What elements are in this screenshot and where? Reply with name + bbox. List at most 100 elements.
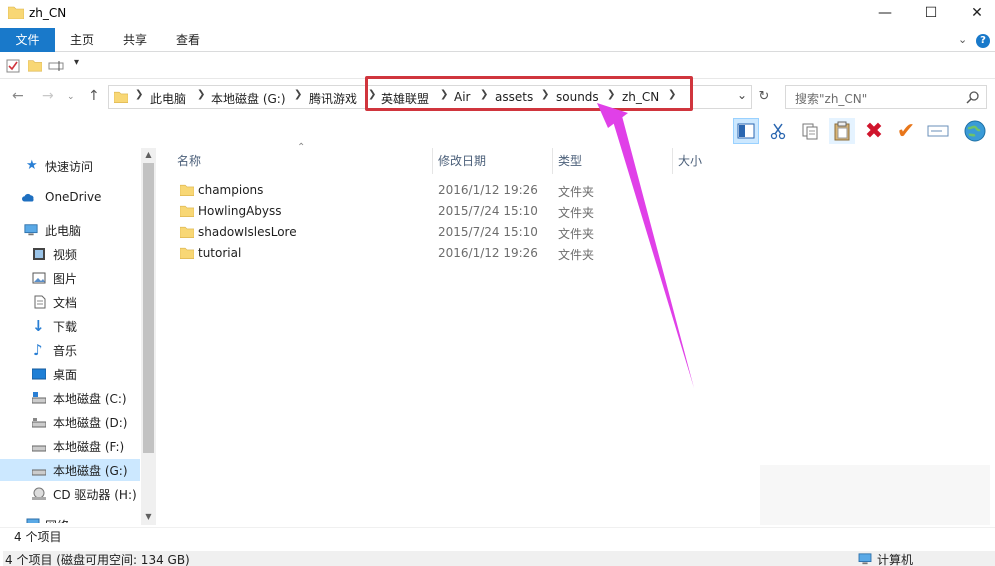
sidebar-item-drive-g[interactable]: 本地磁盘 (G:) xyxy=(0,459,140,481)
file-type: 文件夹 xyxy=(558,248,595,262)
file-type: 文件夹 xyxy=(558,185,595,199)
column-header-name[interactable]: 名称 xyxy=(177,152,201,169)
breadcrumb-separator-icon[interactable]: ❯ xyxy=(135,89,143,100)
sidebar-item-documents[interactable]: 文档 xyxy=(0,291,140,313)
properties-icon[interactable] xyxy=(6,59,20,73)
close-button[interactable]: ✕ xyxy=(954,0,995,26)
column-header-modified[interactable]: 修改日期 xyxy=(438,152,486,169)
search-placeholder: 搜索"zh_CN" xyxy=(795,92,868,106)
file-name: champions xyxy=(198,183,264,197)
table-row[interactable]: HowlingAbyss 2015/7/24 15:10 文件夹 xyxy=(170,201,630,222)
sidebar-item-label: 本地磁盘 (F:) xyxy=(53,440,125,454)
sidebar-item-cd-drive[interactable]: CD 驱动器 (H:) xyxy=(0,483,140,505)
status-location: 计算机 xyxy=(877,553,914,566)
tab-home[interactable]: 主页 xyxy=(60,28,104,52)
globe-icon[interactable] xyxy=(962,118,988,144)
back-arrow-icon[interactable]: ← xyxy=(12,88,24,104)
sidebar-item-music[interactable]: ♪ 音乐 xyxy=(0,339,140,361)
sidebar-item-label: 视频 xyxy=(53,248,78,262)
status-details: 4 个项目 (磁盘可用空间: 134 GB) xyxy=(3,551,995,566)
folder-icon xyxy=(180,184,194,196)
file-name: shadowIslesLore xyxy=(198,225,297,239)
table-row[interactable]: tutorial 2016/1/12 19:26 文件夹 xyxy=(170,243,630,264)
sidebar-item-label: 文档 xyxy=(53,296,78,310)
refresh-icon[interactable]: ↻ xyxy=(755,85,773,109)
folder-icon xyxy=(180,226,194,238)
sidebar-item-drive-f[interactable]: 本地磁盘 (F:) xyxy=(0,435,140,457)
file-name: HowlingAbyss xyxy=(198,204,282,218)
tab-view[interactable]: 查看 xyxy=(166,28,210,52)
rename-icon[interactable] xyxy=(925,118,951,144)
column-divider[interactable] xyxy=(672,148,673,174)
sidebar-item-network[interactable]: 网络 xyxy=(0,514,140,523)
sidebar-item-label: 下载 xyxy=(53,320,78,334)
forward-arrow-icon[interactable]: → xyxy=(42,88,54,104)
recent-locations-icon[interactable]: ⌄ xyxy=(67,92,75,102)
search-icon[interactable] xyxy=(966,91,979,104)
folder-icon xyxy=(180,205,194,217)
tab-share[interactable]: 共享 xyxy=(113,28,157,52)
address-dropdown-icon[interactable]: ⌄ xyxy=(737,88,747,102)
sidebar-item-onedrive[interactable]: OneDrive xyxy=(0,187,140,209)
customize-toolbar-icon[interactable]: ▾ xyxy=(74,57,79,68)
sidebar-item-drive-c[interactable]: 本地磁盘 (C:) xyxy=(0,387,140,409)
column-divider[interactable] xyxy=(552,148,553,174)
sidebar-item-pictures[interactable]: 图片 xyxy=(0,267,140,289)
scrollbar-thumb[interactable] xyxy=(143,163,154,453)
tab-file[interactable]: 文件 xyxy=(0,28,55,52)
disk-space-text: 4 个项目 (磁盘可用空间: 134 GB) xyxy=(5,553,190,566)
scroll-down-icon[interactable]: ▼ xyxy=(141,510,156,524)
network-icon xyxy=(26,518,40,523)
item-count: 4 个项目 xyxy=(14,530,62,544)
cloud-icon xyxy=(22,193,34,202)
ribbon-expand-icon[interactable]: ⌄ xyxy=(958,33,967,46)
drive-icon xyxy=(32,418,46,428)
breadcrumb-this-pc[interactable]: 此电脑 xyxy=(150,90,186,107)
table-row[interactable]: shadowIslesLore 2015/7/24 15:10 文件夹 xyxy=(170,222,630,243)
video-icon xyxy=(33,248,45,260)
maximize-button[interactable]: ☐ xyxy=(908,0,954,26)
sidebar-item-label: 本地磁盘 (G:) xyxy=(53,464,128,478)
preview-pane-icon[interactable] xyxy=(733,118,759,144)
sidebar-item-label: 桌面 xyxy=(53,368,78,382)
rename-icon[interactable] xyxy=(48,59,66,73)
scroll-up-icon[interactable]: ▲ xyxy=(141,148,156,162)
file-modified: 2016/1/12 19:26 xyxy=(438,183,538,197)
help-icon[interactable]: ? xyxy=(976,34,990,48)
new-folder-icon[interactable] xyxy=(28,59,42,72)
sidebar-item-downloads[interactable]: ↓ 下载 xyxy=(0,315,140,337)
delete-icon[interactable]: ✖ xyxy=(861,118,887,144)
breadcrumb-tencent-games[interactable]: 腾讯游戏 xyxy=(309,90,357,107)
column-header-type[interactable]: 类型 xyxy=(558,152,582,169)
cut-icon[interactable] xyxy=(765,118,791,144)
column-header-size[interactable]: 大小 xyxy=(678,152,702,169)
table-row[interactable]: champions 2016/1/12 19:26 文件夹 xyxy=(170,180,630,201)
breadcrumb-drive-g[interactable]: 本地磁盘 (G:) xyxy=(211,90,286,107)
ribbon-tabs: 文件 主页 共享 查看 ⌄ xyxy=(0,28,995,52)
breadcrumb-separator-icon[interactable]: ❯ xyxy=(294,89,302,100)
column-divider[interactable] xyxy=(432,148,433,174)
sidebar-item-label: 本地磁盘 (D:) xyxy=(53,416,128,430)
sidebar-item-label: OneDrive xyxy=(45,190,102,204)
minimize-button[interactable]: — xyxy=(862,0,908,26)
sidebar-item-label: 音乐 xyxy=(53,344,78,358)
sidebar-scrollbar[interactable]: ▲ ▼ xyxy=(141,148,156,525)
checkmark-icon[interactable]: ✔ xyxy=(893,118,919,144)
cd-icon xyxy=(32,487,46,500)
music-icon: ♪ xyxy=(33,341,43,359)
up-arrow-icon[interactable]: ↑ xyxy=(88,88,100,104)
sidebar-item-label: CD 驱动器 (H:) xyxy=(53,488,137,502)
sidebar-item-videos[interactable]: 视频 xyxy=(0,243,140,265)
sidebar-item-label: 网络 xyxy=(45,517,69,523)
sidebar-item-drive-d[interactable]: 本地磁盘 (D:) xyxy=(0,411,140,433)
search-input[interactable]: 搜索"zh_CN" xyxy=(785,85,987,109)
paste-icon[interactable] xyxy=(829,118,855,144)
sidebar-item-quick-access[interactable]: ★ 快速访问 xyxy=(0,155,140,177)
sidebar-item-desktop[interactable]: 桌面 xyxy=(0,363,140,385)
status-bar: 4 个项目 4 个项目 (磁盘可用空间: 134 GB) 计算机 xyxy=(0,527,995,566)
sidebar-item-this-pc[interactable]: 此电脑 xyxy=(0,219,140,241)
file-modified: 2016/1/12 19:26 xyxy=(438,246,538,260)
breadcrumb-separator-icon[interactable]: ❯ xyxy=(197,89,205,100)
copy-icon[interactable] xyxy=(797,118,823,144)
drive-icon xyxy=(32,469,46,476)
